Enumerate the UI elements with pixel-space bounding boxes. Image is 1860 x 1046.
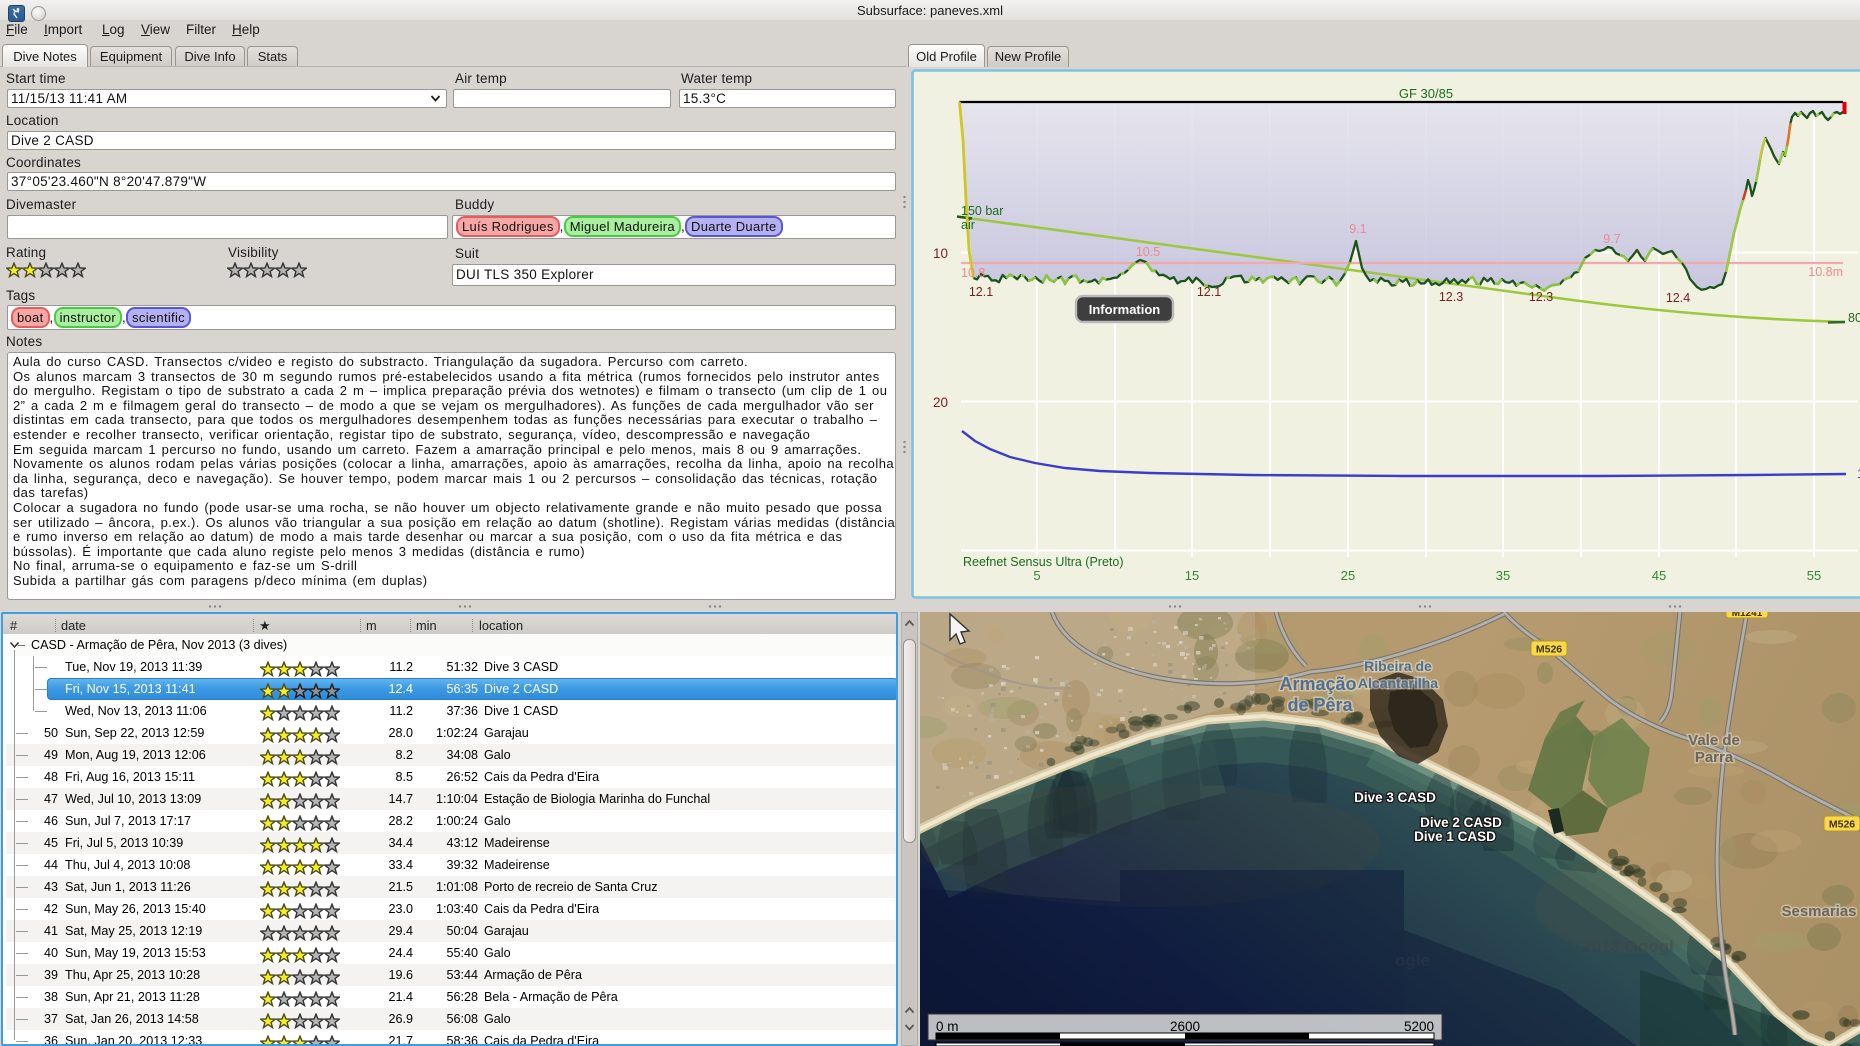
- svg-text:M526: M526: [1536, 644, 1562, 656]
- svg-text:150 bar: 150 bar: [961, 204, 1003, 218]
- svg-text:20: 20: [933, 395, 948, 410]
- svg-text:9.7: 9.7: [1603, 232, 1620, 246]
- svg-text:5: 5: [1033, 568, 1040, 583]
- svg-text:Armação: Armação: [1279, 674, 1356, 694]
- svg-text:Information: Information: [1089, 302, 1161, 317]
- svg-text:10.8: 10.8: [961, 266, 985, 280]
- svg-text:air: air: [961, 218, 975, 232]
- svg-text:Parra: Parra: [1695, 749, 1734, 766]
- svg-text:Vale de: Vale de: [1688, 732, 1740, 749]
- svg-text:45: 45: [1652, 568, 1666, 583]
- svg-text:10.8m: 10.8m: [1808, 265, 1843, 279]
- svg-text:Alcantarilha: Alcantarilha: [1358, 675, 1438, 691]
- svg-text:25: 25: [1341, 568, 1355, 583]
- svg-text:12.1: 12.1: [969, 285, 993, 299]
- svg-text:2600: 2600: [1170, 1019, 1200, 1034]
- svg-text:M1241: M1241: [1732, 612, 1763, 619]
- svg-text:Reefnet Sensus Ultra (Preto): Reefnet Sensus Ultra (Preto): [963, 555, 1124, 569]
- svg-text:10: 10: [933, 246, 948, 261]
- svg-text:M526: M526: [1829, 819, 1855, 831]
- svg-text:12.3: 12.3: [1529, 290, 1553, 304]
- svg-text:Dive 1 CASD: Dive 1 CASD: [1414, 829, 1496, 844]
- svg-text:35: 35: [1496, 568, 1510, 583]
- svg-text:5200: 5200: [1404, 1019, 1434, 1034]
- svg-text:12.1: 12.1: [1197, 285, 1221, 299]
- svg-text:15: 15: [1185, 568, 1199, 583]
- svg-text:55: 55: [1807, 568, 1821, 583]
- svg-text:12.3: 12.3: [1439, 290, 1463, 304]
- svg-text:10.5: 10.5: [1136, 245, 1160, 259]
- svg-text:Dive 2 CASD: Dive 2 CASD: [1420, 815, 1502, 830]
- svg-text:Sesmarias: Sesmarias: [1781, 903, 1856, 920]
- svg-text:© 2013 Googl: © 2013 Googl: [1565, 937, 1674, 956]
- svg-text:9.1: 9.1: [1349, 222, 1366, 236]
- svg-text:GF 30/85: GF 30/85: [1399, 86, 1453, 101]
- svg-text:de Pêra: de Pêra: [1287, 695, 1353, 715]
- svg-text:Ribeira de: Ribeira de: [1364, 658, 1432, 674]
- svg-text:0 m: 0 m: [936, 1019, 959, 1034]
- svg-text:ogle: ogle: [1395, 951, 1430, 970]
- svg-text:12.4: 12.4: [1666, 291, 1690, 305]
- svg-text:80: 80: [1848, 311, 1860, 325]
- svg-text:Dive 3 CASD: Dive 3 CASD: [1354, 790, 1436, 805]
